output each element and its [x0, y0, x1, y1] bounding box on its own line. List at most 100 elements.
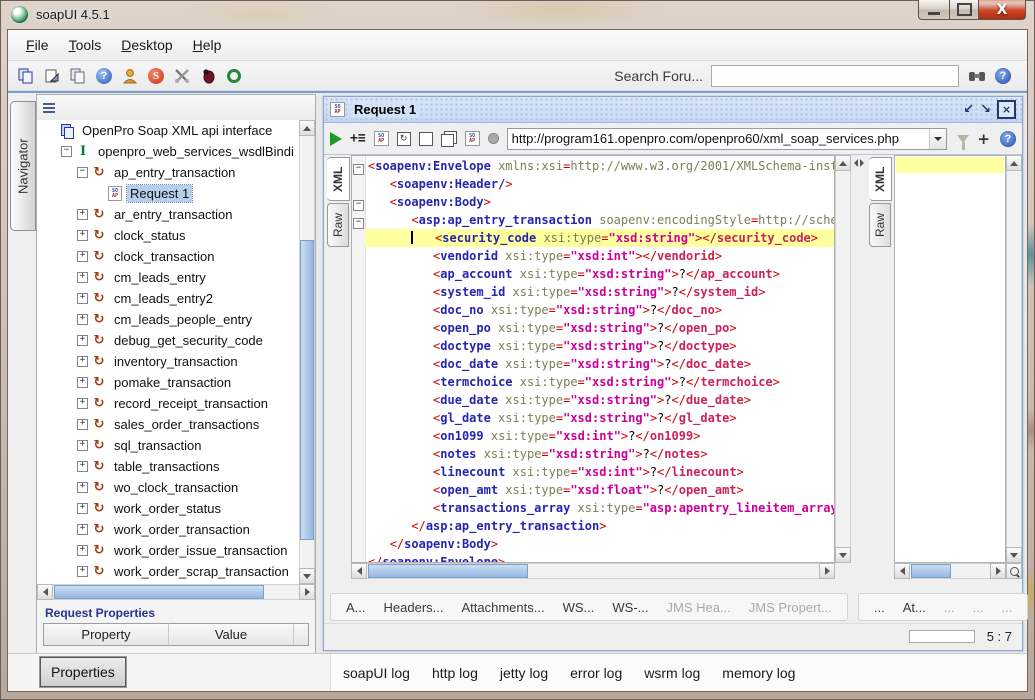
forum-user-icon[interactable]: [120, 66, 140, 86]
import-project-icon[interactable]: [42, 66, 62, 86]
response-vertical-scrollbar[interactable]: [1006, 155, 1022, 563]
tree-item-pomake-transaction[interactable]: +↻pomake_transaction: [37, 372, 315, 393]
editor-vertical-scrollbar[interactable]: [835, 155, 851, 563]
response-horizontal-scrollbar[interactable]: [894, 563, 1006, 579]
frame-minimize-icon[interactable]: ↙: [963, 102, 974, 117]
tree-vertical-scrollbar[interactable]: [299, 120, 315, 584]
log-tab-memory-log[interactable]: memory log: [722, 665, 795, 681]
tree-item-work-order-transaction[interactable]: +↻work_order_transaction: [37, 519, 315, 540]
tree-expander-icon[interactable]: +: [77, 524, 88, 535]
tree-item-work-order-scrap-transaction[interactable]: +↻work_order_scrap_transaction: [37, 561, 315, 582]
tree-item-inventory-transaction[interactable]: +↻inventory_transaction: [37, 351, 315, 372]
tree-expander-icon[interactable]: +: [77, 419, 88, 430]
tree-options-icon[interactable]: [43, 103, 55, 113]
bottom-tab-attachments[interactable]: Attachments...: [455, 598, 552, 617]
tree-item-request-1[interactable]: SOAPRequest 1: [37, 183, 315, 204]
menu-desktop[interactable]: Desktop: [111, 33, 182, 57]
save-all-projects-icon[interactable]: [68, 66, 88, 86]
tree-expander-icon[interactable]: +: [77, 545, 88, 556]
request-window-titlebar[interactable]: SOAP Request 1 ↙ ↘ ×: [324, 97, 1022, 123]
tree-expander-icon[interactable]: +: [77, 566, 88, 577]
endpoint-url-input[interactable]: [508, 131, 930, 146]
new-project-icon[interactable]: [16, 66, 36, 86]
tree-item-clock-status[interactable]: +↻clock_status: [37, 225, 315, 246]
endpoint-dropdown-button[interactable]: [929, 129, 946, 149]
tree-item-sales-order-transactions[interactable]: +↻sales_order_transactions: [37, 414, 315, 435]
bottom-tab-headers[interactable]: Headers...: [377, 598, 451, 617]
tree-horizontal-scrollbar[interactable]: [37, 584, 315, 600]
value-column-header[interactable]: Value: [168, 623, 293, 646]
tree-item-openpro-web-services-wsdlbindi[interactable]: −Iopenpro_web_services_wsdlBindi: [37, 141, 315, 162]
tree-item-cm-leads-entry2[interactable]: +↻cm_leads_entry2: [37, 288, 315, 309]
tree-expander-icon[interactable]: +: [77, 335, 88, 346]
tree-expander-icon[interactable]: +: [77, 272, 88, 283]
request-xml-editor[interactable]: −<soapenv:Envelope xmlns:xsi=http://www.…: [351, 155, 835, 563]
log-tab-wsrm-log[interactable]: wsrm log: [644, 665, 700, 681]
request-tab-raw[interactable]: Raw: [327, 203, 349, 247]
response-editor[interactable]: [894, 155, 1006, 563]
fold-toggle-icon[interactable]: −: [352, 157, 365, 175]
property-column-header[interactable]: Property: [43, 623, 168, 646]
tree-expander-icon[interactable]: −: [77, 167, 88, 178]
log-tab-error-log[interactable]: error log: [570, 665, 622, 681]
collapse-right-icon[interactable]: [860, 159, 868, 167]
add-to-testcase-button[interactable]: +≡: [350, 130, 366, 148]
tree-expander-icon[interactable]: +: [77, 356, 88, 367]
log-tab-soapui-log[interactable]: soapUI log: [343, 665, 410, 681]
bottom-tab-ws[interactable]: WS...: [556, 598, 602, 617]
response-tab-raw[interactable]: Raw: [869, 203, 891, 247]
pane-splitter[interactable]: [851, 155, 867, 579]
tree-item-cm-leads-entry[interactable]: +↻cm_leads_entry: [37, 267, 315, 288]
response-tab-xml[interactable]: XML: [869, 157, 892, 201]
tree-item-ar-entry-transaction[interactable]: +↻ar_entry_transaction: [37, 204, 315, 225]
menu-help[interactable]: Help: [183, 33, 232, 57]
tree-item-ap-entry-transaction[interactable]: −↻ap_entry_transaction: [37, 162, 315, 183]
tree-item-debug-get-security-code[interactable]: +↻debug_get_security_code: [37, 330, 315, 351]
frame-close-icon[interactable]: ×: [997, 100, 1016, 119]
minimize-button[interactable]: [918, 0, 950, 20]
bottom-tab-a[interactable]: A...: [339, 598, 373, 617]
fold-toggle-icon[interactable]: −: [352, 193, 365, 211]
zoom-corner-button[interactable]: [1006, 563, 1022, 579]
navigator-side-tab[interactable]: Navigator: [10, 101, 36, 231]
properties-tab-button[interactable]: Properties: [40, 657, 126, 687]
soap-action-icon[interactable]: SOAP: [374, 130, 389, 148]
editor-horizontal-scrollbar[interactable]: [351, 563, 835, 579]
tree-expander-icon[interactable]: +: [77, 503, 88, 514]
response-bottom-tab-at[interactable]: At...: [896, 598, 933, 617]
tree-expander-icon[interactable]: +: [77, 314, 88, 325]
tree-expander-icon[interactable]: +: [77, 398, 88, 409]
soapui-website-icon[interactable]: S: [146, 66, 166, 86]
collapse-left-icon[interactable]: [850, 159, 858, 167]
log-tab-jetty-log[interactable]: jetty log: [500, 665, 548, 681]
tree-item-openpro-soap-xml-api-interface[interactable]: OpenPro Soap XML api interface: [37, 120, 315, 141]
tree-item-cm-leads-people-entry[interactable]: +↻cm_leads_people_entry: [37, 309, 315, 330]
online-help-globe-icon[interactable]: ?: [94, 66, 114, 86]
tree-item-work-order-status[interactable]: +↻work_order_status: [37, 498, 315, 519]
create-empty-button[interactable]: [419, 130, 433, 148]
tree-item-work-order-issue-transaction[interactable]: +↻work_order_issue_transaction: [37, 540, 315, 561]
tree-item-clock-transaction[interactable]: +↻clock_transaction: [37, 246, 315, 267]
response-bottom-tab-more[interactable]: ...: [867, 598, 892, 617]
maximize-button[interactable]: [950, 0, 978, 20]
close-button[interactable]: X: [978, 0, 1026, 20]
submit-request-button[interactable]: [330, 130, 342, 148]
request-tab-xml[interactable]: XML: [327, 157, 350, 201]
preferences-icon[interactable]: [172, 66, 192, 86]
tree-item-wo-clock-transaction[interactable]: +↻wo_clock_transaction: [37, 477, 315, 498]
tree-expander-icon[interactable]: +: [77, 440, 88, 451]
os-titlebar[interactable]: soapUI 4.5.1 X: [0, 0, 1035, 30]
frame-restore-icon[interactable]: ↘: [980, 102, 991, 117]
tree-item-sql-transaction[interactable]: +↻sql_transaction: [37, 435, 315, 456]
recreate-request-button[interactable]: ↻: [397, 130, 411, 148]
menu-file[interactable]: File: [16, 33, 59, 57]
clone-request-button[interactable]: [441, 130, 457, 148]
tree-expander-icon[interactable]: −: [61, 146, 72, 157]
trial-bug-icon[interactable]: [198, 66, 218, 86]
tree-expander-icon[interactable]: +: [77, 230, 88, 241]
fold-toggle-icon[interactable]: −: [352, 211, 365, 229]
tree-expander-icon[interactable]: +: [77, 251, 88, 262]
request-help-button[interactable]: ?: [1000, 130, 1016, 148]
loadui-icon[interactable]: [224, 66, 244, 86]
tree-expander-icon[interactable]: +: [77, 377, 88, 388]
